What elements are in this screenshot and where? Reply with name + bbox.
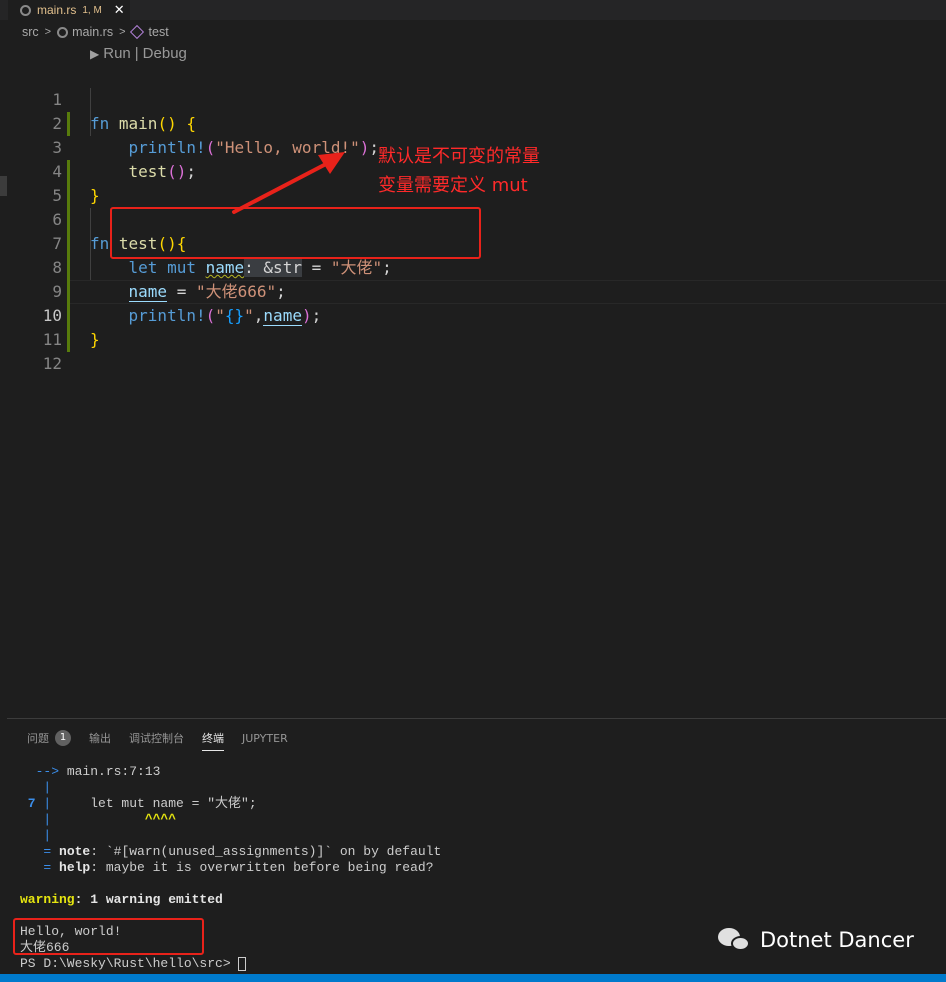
run-link[interactable]: Run bbox=[103, 45, 131, 62]
terminal-line: warning: 1 warning emitted bbox=[20, 892, 223, 907]
watermark-text: Dotnet Dancer bbox=[760, 928, 914, 952]
terminal-cursor bbox=[238, 956, 247, 971]
rust-file-icon bbox=[57, 26, 69, 38]
line-number: 12 bbox=[42, 354, 62, 373]
tab-main-rs[interactable]: main.rs 1, M ✕ bbox=[8, 0, 130, 20]
code-line: 9 println!("{}",name); bbox=[0, 256, 946, 326]
debug-link[interactable]: Debug bbox=[143, 45, 187, 62]
status-bar bbox=[0, 974, 946, 982]
terminal-line: | bbox=[20, 780, 52, 795]
tab-output[interactable]: 输出 bbox=[89, 730, 111, 750]
terminal-prompt[interactable]: PS D:\Wesky\Rust\hello\src> bbox=[20, 956, 247, 972]
code-line: 3 test(); bbox=[0, 112, 946, 181]
code-line: 12 bbox=[0, 328, 946, 373]
close-icon[interactable]: ✕ bbox=[114, 4, 125, 17]
tab-terminal[interactable]: 终端 bbox=[202, 730, 224, 751]
code-line: 2 println!("Hello, world!"); bbox=[0, 88, 946, 157]
breadcrumb-symbol[interactable]: test bbox=[149, 25, 169, 39]
tab-debug-console[interactable]: 调试控制台 bbox=[129, 730, 184, 750]
code-line: 11 bbox=[0, 304, 946, 349]
code-line: 10 } bbox=[0, 280, 946, 349]
play-icon: ▶ bbox=[90, 46, 100, 61]
code-line: 1 fn main() { bbox=[0, 64, 946, 133]
breadcrumb: src > main.rs > test bbox=[0, 22, 946, 42]
panel-tab-bar: 问题 1 输出 调试控制台 终端 JUPYTER bbox=[27, 729, 306, 751]
terminal-line: = note: `#[warn(unused_assignments)]` on… bbox=[20, 844, 442, 859]
problems-count-badge: 1 bbox=[55, 730, 71, 746]
wechat-icon bbox=[718, 926, 752, 954]
watermark: Dotnet Dancer bbox=[718, 926, 914, 954]
terminal-line: --> main.rs:7:13 bbox=[20, 764, 161, 779]
rust-file-icon bbox=[20, 4, 31, 16]
codelens: ▶ Run | Debug bbox=[90, 45, 187, 62]
annotation-line-1: 默认是不可变的常量 bbox=[378, 146, 540, 167]
tab-problems[interactable]: 问题 1 bbox=[27, 730, 71, 750]
codelens-separator: | bbox=[134, 45, 139, 62]
tab-label: 问题 bbox=[27, 732, 49, 745]
annotation-box-code bbox=[110, 207, 481, 259]
tab-label: JUPYTER bbox=[242, 731, 288, 745]
tab-filename: main.rs bbox=[37, 3, 77, 17]
annotation-line-2: 变量需要定义 mut bbox=[378, 175, 528, 196]
terminal-line: 7 | let mut name = "大佬"; bbox=[20, 796, 257, 811]
annotation-box-output bbox=[13, 918, 204, 955]
tab-jupyter[interactable]: JUPYTER bbox=[242, 732, 288, 749]
tab-status: 1, M bbox=[82, 4, 102, 16]
terminal-line: | bbox=[20, 828, 52, 843]
editor-tab-bar: main.rs 1, M ✕ bbox=[0, 0, 946, 20]
terminal-line: | ^^^^ bbox=[20, 812, 177, 827]
tab-label: 输出 bbox=[89, 732, 111, 745]
tab-label: 终端 bbox=[202, 731, 224, 745]
annotation-text: 默认是不可变的常量 变量需要定义 mut bbox=[378, 142, 540, 200]
chevron-right-icon: > bbox=[119, 26, 126, 38]
chevron-right-icon: > bbox=[44, 26, 52, 38]
tab-label: 调试控制台 bbox=[129, 732, 184, 745]
breadcrumb-file[interactable]: main.rs bbox=[72, 25, 113, 39]
function-symbol-icon bbox=[129, 24, 144, 40]
breadcrumb-src[interactable]: src bbox=[22, 25, 39, 39]
terminal-line: = help: maybe it is overwritten before b… bbox=[20, 860, 434, 875]
